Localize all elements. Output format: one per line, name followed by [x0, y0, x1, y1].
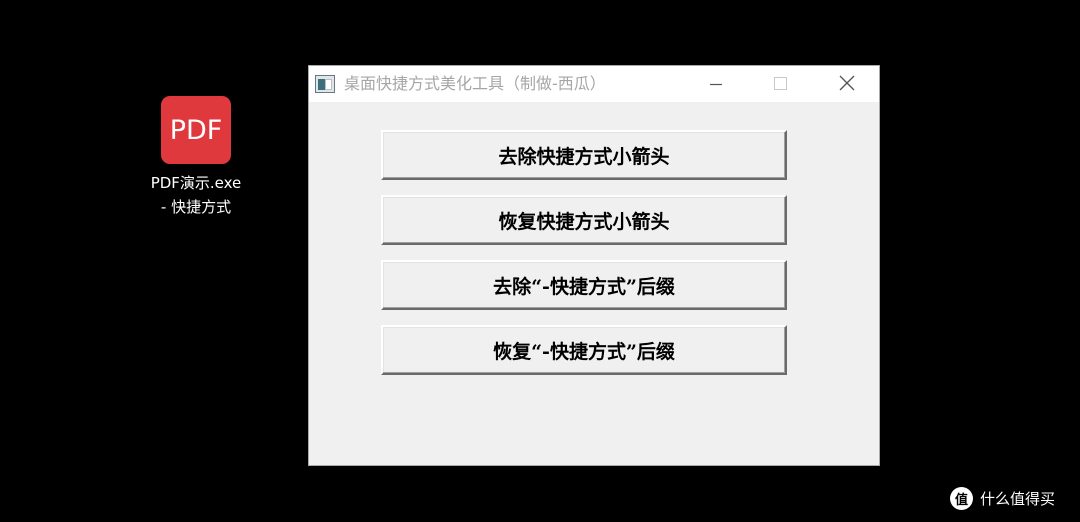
restore-arrow-button[interactable]: 恢复快捷方式小箭头 [381, 195, 787, 245]
title-bar[interactable]: 桌面快捷方式美化工具（制做-西瓜） [309, 66, 879, 102]
shortcut-label: PDF演示.exe - 快捷方式 [151, 171, 242, 219]
desktop: PDF PDF演示.exe - 快捷方式 桌面快捷方式美化工具（制做-西瓜） 去… [0, 0, 1080, 522]
pdf-icon-text: PDF [169, 114, 223, 146]
minimize-button[interactable] [693, 66, 739, 102]
minimize-icon [710, 83, 722, 86]
shortcut-beautify-window: 桌面快捷方式美化工具（制做-西瓜） 去除快捷方式小箭头 恢复快捷方式小箭头 去除… [308, 65, 880, 466]
remove-suffix-button[interactable]: 去除“-快捷方式”后缀 [381, 260, 787, 310]
watermark-text: 什么值得买 [980, 490, 1056, 508]
close-icon [839, 75, 855, 91]
window-title: 桌面快捷方式美化工具（制做-西瓜） [344, 74, 606, 93]
restore-suffix-button[interactable]: 恢复“-快捷方式”后缀 [381, 325, 787, 375]
app-window-icon [315, 75, 335, 93]
watermark: 值 什么值得买 [950, 487, 1055, 510]
smzdm-logo-icon: 值 [950, 487, 973, 510]
pdf-file-icon[interactable]: PDF [161, 96, 231, 164]
maximize-button[interactable] [757, 66, 803, 102]
shortcut-label-line1: PDF演示.exe [150, 174, 242, 192]
close-button[interactable] [823, 66, 869, 102]
pdf-shortcut[interactable]: PDF PDF演示.exe - 快捷方式 [138, 96, 254, 219]
shortcut-label-line2: - 快捷方式 [160, 198, 232, 216]
remove-arrow-button[interactable]: 去除快捷方式小箭头 [381, 130, 787, 180]
maximize-icon [774, 77, 787, 90]
